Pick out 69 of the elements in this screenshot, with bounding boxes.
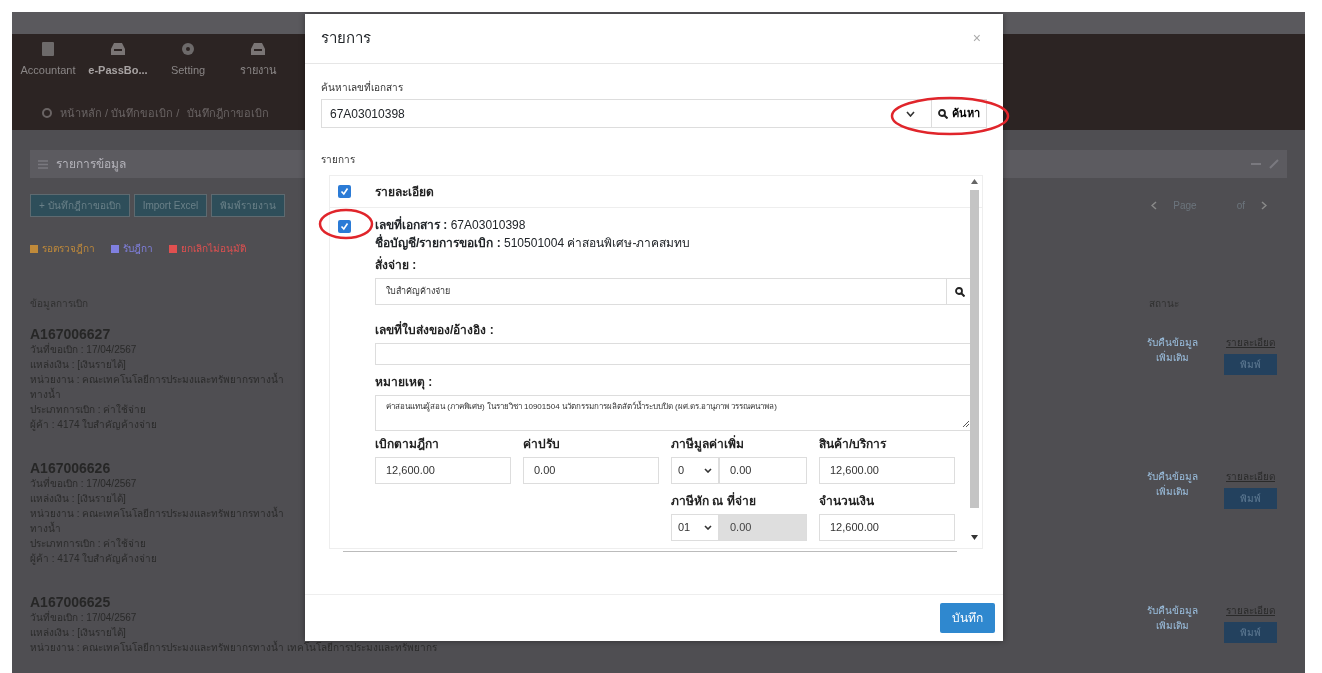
breadcrumb-item[interactable]: บันทึกฎีกาขอเบิก (187, 104, 270, 122)
chevron-left-icon[interactable] (1151, 201, 1158, 210)
amount-field[interactable]: 12,600.00 (819, 514, 955, 541)
field-label: ค้นหาเลขที่เอกสาร (321, 80, 404, 95)
gear-icon[interactable] (179, 40, 197, 58)
legend-label: รับฎีกา (123, 242, 153, 256)
caret-icon (704, 525, 712, 530)
column-header: รายละเอียด (375, 183, 434, 201)
nav-label[interactable]: Accountant (20, 62, 76, 79)
status-text: รับคืนข้อมูลเพิ่มเติม (1145, 336, 1199, 365)
status-text: รับคืนข้อมูลเพิ่มเติม (1145, 470, 1199, 499)
search-icon (938, 108, 948, 119)
caret-icon (704, 468, 712, 473)
save-button[interactable]: บันทึก (940, 603, 995, 633)
field-label: จำนวนเงิน (819, 493, 875, 510)
chevron-right-icon[interactable] (1261, 201, 1267, 210)
search-icon (954, 286, 965, 297)
close-button[interactable]: × (966, 27, 987, 50)
nav-label[interactable]: Setting (170, 62, 206, 79)
legend-label: รอตรวจฎีกา (42, 242, 95, 256)
tablet-icon[interactable] (39, 40, 57, 58)
reference-field[interactable] (375, 343, 973, 365)
field-label: สินค้า/บริการ (819, 436, 888, 453)
legend-label: ยกเลิกไม่อนุมัติ (181, 242, 246, 256)
toolbar-button[interactable]: + บันทึกฎีกาขอเบิก (30, 194, 130, 217)
annotation-circle (318, 208, 374, 240)
checkmark-icon (340, 222, 349, 231)
field-label: ค่าปรับ (523, 436, 561, 453)
modal-title: รายการ (321, 28, 371, 49)
checkmark-icon (340, 187, 349, 196)
toolbar-button[interactable]: Import Excel (133, 194, 208, 217)
list-icon (38, 159, 48, 169)
rate-value: 01 (678, 520, 691, 536)
list-label: รายการ (321, 153, 356, 167)
field-label: เลขที่ใบส่งของ/อ้างอิง : (375, 321, 495, 339)
field-label: หมายเหตุ : (375, 374, 434, 391)
remark-text: ค่าสอนแทนผู้สอน (ภาคพิเศษ) ในรายวิชา 10901504 นวัตกรรมการผลิตสัตว์น้ำระบบปิด (ผศ.ดร.อานุภาพ วรรณคนาพล) (386, 401, 778, 413)
search-field[interactable]: 67A03010398 ค้นหา (321, 99, 987, 128)
search-value: 67A03010398 (329, 105, 406, 123)
toolbar-button[interactable]: พิมพ์รายงาน (211, 194, 286, 217)
amount-field[interactable]: 12,600.00 (375, 457, 511, 484)
document-number: เลขที่เอกสาร : 67A03010398 (375, 216, 527, 234)
scroll-down-icon[interactable] (971, 535, 978, 540)
nav-label[interactable]: e-PassBo... (88, 62, 148, 79)
panel-title: รายการข้อมูล (56, 156, 126, 173)
field-label: ภาษีมูลค่าเพิ่ม (671, 435, 745, 453)
tax-amount-field[interactable]: 0.00 (719, 457, 807, 484)
inbox-icon[interactable] (109, 40, 127, 58)
breadcrumb-item[interactable]: หน้าหลัก / บันทึกขอเบิก / (60, 104, 180, 122)
field-label: ภาษีหัก ณ ที่จ่าย (671, 492, 757, 510)
amount-field[interactable]: 12,600.00 (819, 457, 955, 484)
field-label: เบิกตามฎีกา (375, 436, 440, 453)
payee-value: ใบสำคัญค้างจ่าย (386, 284, 451, 298)
tax-amount-field: 0.00 (719, 514, 807, 541)
inbox-icon[interactable] (249, 40, 267, 58)
payee-field[interactable]: ใบสำคัญค้างจ่าย (375, 278, 973, 305)
remark-field[interactable]: ค่าสอนแทนผู้สอน (ภาคพิเศษ) ในรายวิชา 10901504 นวัตกรรมการผลิตสัตว์น้ำระบบปิด (ผศ.ดร.อานุภาพ วรรณคนาพล) (375, 395, 973, 431)
resize-grip-icon (963, 421, 969, 427)
refresh-icon (42, 108, 52, 118)
rate-value: 0 (678, 463, 685, 479)
amount-field[interactable]: 0.00 (523, 457, 659, 484)
status-text: รับคืนข้อมูลเพิ่มเติม (1145, 604, 1199, 633)
nav-label[interactable]: รายงาน (239, 62, 277, 79)
account-name: ชื่อบัญชี/รายการขอเบิก : 510501004 ค่าสอนพิเศษ-ภาคสมทบ (375, 234, 692, 252)
checkbox[interactable] (338, 185, 351, 198)
caret-icon[interactable] (906, 110, 915, 117)
field-label: สั่งจ่าย : (375, 256, 418, 274)
checkbox[interactable] (338, 220, 351, 233)
rate-dropdown[interactable]: 0 (671, 457, 719, 484)
